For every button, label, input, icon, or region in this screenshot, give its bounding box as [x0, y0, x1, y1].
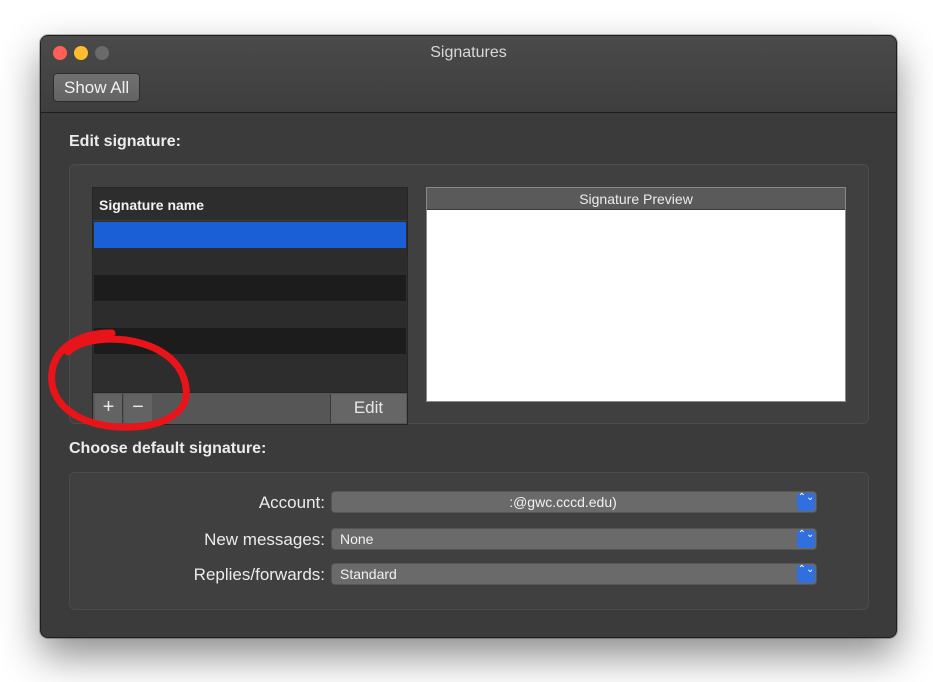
- account-label: Account:: [258, 493, 325, 512]
- signature-preview: Signature Preview: [426, 187, 846, 402]
- signatures-window: Signatures Show All Edit signature: Sign…: [40, 35, 897, 638]
- popup-arrows-icon: ⌃⌄: [797, 493, 815, 511]
- account-popup[interactable]: :@gwc.cccd.edu) ⌃⌄: [331, 491, 817, 513]
- replies-forwards-value: Standard: [340, 566, 397, 582]
- show-all-button[interactable]: Show All: [53, 73, 141, 102]
- signature-list-toolbar: + − Edit: [93, 392, 407, 424]
- window-title: Signatures: [430, 44, 507, 61]
- edit-signature-heading: Edit signature:: [69, 133, 182, 150]
- popup-arrows-icon: ⌃⌄: [797, 565, 815, 583]
- choose-default-signature-heading: Choose default signature:: [69, 440, 267, 457]
- new-messages-label: New messages:: [204, 530, 325, 549]
- edit-signature-group: Signature name + − Edit Signature Previe…: [69, 164, 869, 425]
- new-messages-popup[interactable]: None ⌃⌄: [331, 528, 817, 550]
- titlebar: Signatures Show All: [41, 36, 896, 113]
- add-signature-button[interactable]: +: [95, 394, 123, 423]
- remove-signature-button[interactable]: −: [124, 394, 152, 423]
- signature-list-row[interactable]: [94, 275, 406, 301]
- signature-preview-header: Signature Preview: [427, 188, 845, 210]
- new-messages-value: None: [340, 531, 374, 547]
- default-signature-group: Account: :@gwc.cccd.edu) ⌃⌄ New messages…: [69, 472, 869, 610]
- signature-list-row[interactable]: [94, 248, 406, 275]
- signature-list[interactable]: Signature name + − Edit: [92, 187, 408, 425]
- new-messages-row: New messages: None ⌃⌄: [70, 528, 868, 552]
- account-value: :@gwc.cccd.edu): [509, 494, 617, 510]
- replies-forwards-popup[interactable]: Standard ⌃⌄: [331, 563, 817, 585]
- account-row: Account: :@gwc.cccd.edu) ⌃⌄: [70, 491, 868, 515]
- signature-name-column-header: Signature name: [93, 188, 407, 221]
- edit-signature-button[interactable]: Edit: [330, 394, 406, 423]
- popup-arrows-icon: ⌃⌄: [797, 530, 815, 548]
- replies-forwards-row: Replies/forwards: Standard ⌃⌄: [70, 563, 868, 587]
- signature-list-row[interactable]: [94, 301, 406, 328]
- replies-forwards-label: Replies/forwards:: [193, 565, 325, 584]
- signature-list-row[interactable]: [94, 328, 406, 354]
- signature-list-row[interactable]: [94, 222, 406, 248]
